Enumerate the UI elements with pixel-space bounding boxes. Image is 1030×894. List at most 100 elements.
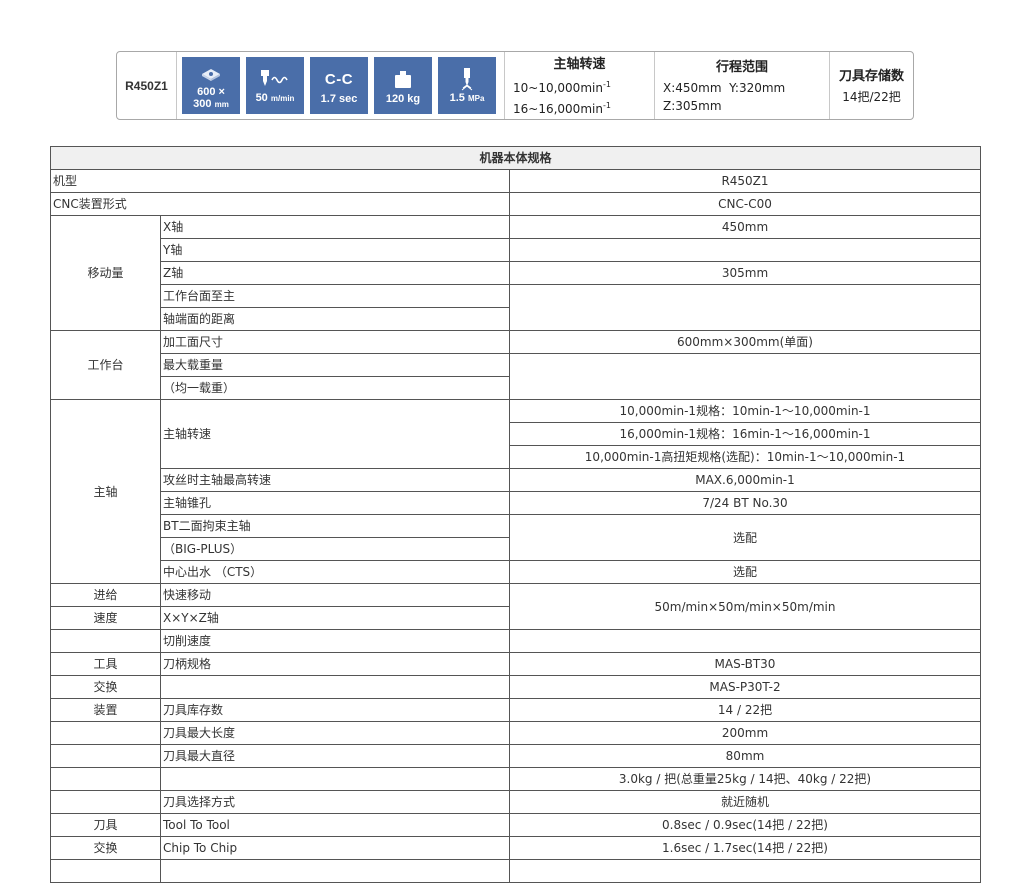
table-title: 机器本体规格 [50, 146, 981, 170]
row-label: X轴 [160, 215, 510, 239]
table-row: 中心出水 （CTS） 选配 [51, 560, 981, 584]
row-value: 选配 [509, 560, 981, 584]
group-label [50, 744, 161, 768]
spindle-speed-title: 主轴转速 [553, 57, 606, 72]
group-label: 速度 [50, 606, 161, 630]
row-value: CNC-C00 [509, 192, 981, 216]
row-value: 10,000min-1规格：10min-1～10,000min-1 [509, 399, 981, 423]
row-label [160, 859, 510, 883]
row-value: MAS-P30T-2 [509, 675, 981, 699]
row-label: 机型 [50, 169, 510, 193]
feed-rate-unit: m/min [270, 94, 295, 103]
row-value: 0.8sec / 0.9sec(14把 / 22把) [509, 813, 981, 837]
chip-to-chip-icon: C-C [324, 71, 354, 88]
row-value: 1.6sec / 1.7sec(14把 / 22把) [509, 836, 981, 860]
chip-to-chip-value: 1.7 sec [320, 92, 358, 105]
table-row: 刀具最大长度 200mm [50, 721, 981, 745]
weight-value: 120 kg [385, 92, 421, 105]
row-label: Y轴 [160, 238, 510, 262]
row-value [509, 284, 981, 331]
banner-icon-strip: 600 × 300 mm 50 m/min C-C 1.7 sec 120 kg… [177, 52, 505, 119]
row-label: 主轴锥孔 [160, 491, 510, 515]
row-value: 305mm [509, 261, 981, 285]
row-label [160, 767, 510, 791]
tool-storage-value: 14把/22把 [842, 90, 901, 104]
row-value: 10,000min-1高扭矩规格(选配)：10min-1～10,000min-1 [509, 445, 981, 469]
group-label: 进给 [50, 583, 161, 607]
machine-spec-table: 机器本体规格 机型 R450Z1 CNC装置形式 CNC-C00 移动量 X轴 … [50, 146, 981, 883]
banner-model: R450Z1 [117, 52, 177, 119]
row-value: 3.0kg / 把(总重量25kg / 14把、40kg / 22把) [509, 767, 981, 791]
pressure-badge: 1.5 MPa [438, 57, 496, 114]
table-size-icon [200, 60, 222, 86]
row-label: 刀柄规格 [160, 652, 510, 676]
group-label: 工具 [50, 652, 161, 676]
row-label: 刀具库存数 [160, 698, 510, 722]
table-row: 3.0kg / 把(总重量25kg / 14把、40kg / 22把) [50, 767, 981, 791]
row-value: 450mm [509, 215, 981, 239]
row-label: BT二面拘束主轴 [160, 514, 510, 538]
row-label: 刀具最大直径 [160, 744, 510, 768]
table-row [50, 859, 981, 883]
feed-rate-icon [258, 66, 292, 92]
table-row: 最大载重量 [51, 353, 981, 400]
group-label [50, 859, 161, 883]
row-value: 就近随机 [509, 790, 981, 814]
table-size-line1: 600 × [197, 86, 225, 98]
group-label [50, 721, 161, 745]
group-label: 交换 [50, 675, 161, 699]
table-row: 工作台面至主 [51, 284, 981, 331]
spindle-speed-sup1: -1 [602, 80, 611, 89]
table-row: 攻丝时主轴最高转速 MAX.6,000min-1 [51, 468, 981, 492]
pressure-unit: MPa [467, 94, 485, 103]
tool-storage-cell: 刀具存储数 14把/22把 [830, 52, 913, 119]
row-label: 主轴转速 [160, 399, 510, 469]
table-row: CNC装置形式 CNC-C00 [50, 192, 981, 216]
pressure-value: 1.5 [449, 92, 465, 104]
group-label: 交换 [50, 836, 161, 860]
chip-to-chip-badge: C-C 1.7 sec [310, 57, 368, 114]
group-label: 装置 [50, 698, 161, 722]
pressure-icon [456, 66, 478, 92]
table-row: 机型 R450Z1 [50, 169, 981, 193]
row-label: 工作台面至主 [160, 284, 510, 308]
table-row: BT二面拘束主轴 选配 [51, 514, 981, 561]
spindle-speed-line2: 16~16,000min [513, 102, 603, 116]
travel-range-line2: Z:305mm [663, 99, 722, 113]
tool-storage-title: 刀具存储数 [838, 69, 904, 84]
row-value: 200mm [509, 721, 981, 745]
travel-range-title: 行程范围 [715, 60, 768, 75]
row-value: 50m/min×50m/min×50m/min [509, 583, 981, 630]
row-value: 选配 [509, 514, 981, 561]
row-value [509, 629, 981, 653]
group-label [50, 767, 161, 791]
row-label: X×Y×Z轴 [160, 606, 510, 630]
row-value [509, 353, 981, 400]
table-row: 工作台 加工面尺寸 600mm×300mm(单面) [50, 330, 981, 400]
row-label: 攻丝时主轴最高转速 [160, 468, 510, 492]
row-value: MAX.6,000min-1 [509, 468, 981, 492]
feed-rate-badge: 50 m/min [246, 57, 304, 114]
spindle-speed-line1: 10~10,000min [513, 81, 603, 95]
table-row: 交换 MAS-P30T-2 [50, 675, 981, 699]
group-label: 主轴 [50, 399, 161, 584]
row-value [509, 238, 981, 262]
row-label [160, 675, 510, 699]
row-value: 80mm [509, 744, 981, 768]
table-row: Z轴 305mm [51, 261, 981, 285]
weight-icon [392, 67, 414, 93]
group-label [50, 629, 161, 653]
travel-range-line1: X:450mm Y:320mm [663, 81, 786, 95]
table-row: Y轴 [51, 238, 981, 262]
table-size-badge: 600 × 300 mm [182, 57, 240, 114]
row-label: 轴端面的距离 [160, 307, 510, 331]
feed-rate-value: 50 [255, 92, 268, 104]
table-row: 装置 刀具库存数 14 / 22把 [50, 698, 981, 722]
table-row: 工具 刀柄规格 MAS-BT30 [50, 652, 981, 676]
row-label: Z轴 [160, 261, 510, 285]
table-header-row: 机器本体规格 [50, 146, 981, 170]
spindle-speed-sup2: -1 [602, 101, 611, 110]
table-row: 主轴锥孔 7/24 BT No.30 [51, 491, 981, 515]
spindle-speed-cell: 主轴转速 10~10,000min-1 16~16,000min-1 [505, 52, 655, 119]
group-label: 移动量 [50, 215, 161, 331]
